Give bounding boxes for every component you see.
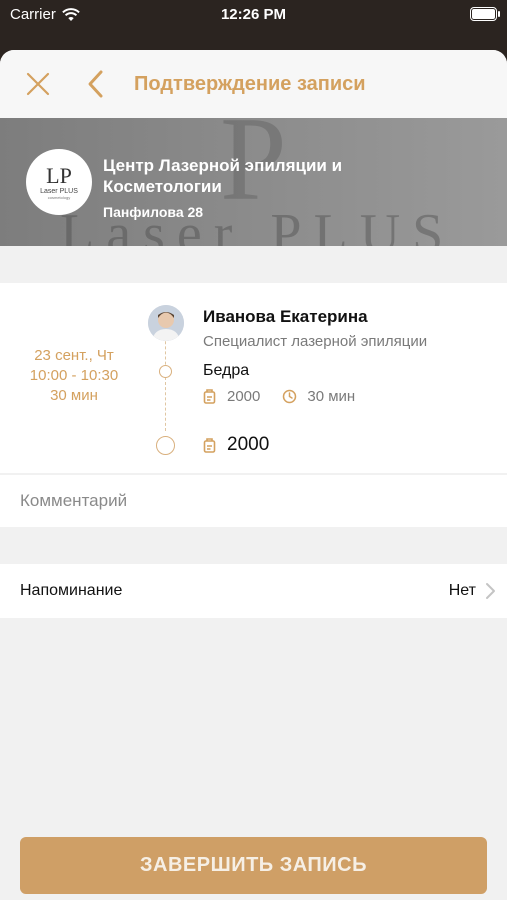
comment-row: [0, 475, 507, 527]
appointment-card: 23 сент., Чт 10:00 - 10:30 30 мин Иванов…: [0, 283, 507, 473]
employee-role: Специалист лазерной эпиляции: [203, 333, 428, 350]
service-name: Бедра: [203, 362, 250, 379]
logo-brand: Laser PLUS: [40, 187, 78, 195]
logo-sub: cosmetology: [47, 194, 71, 200]
price-tag-icon: [203, 389, 216, 404]
employee-name: Иванова Екатерина: [203, 307, 368, 326]
clock-icon: [283, 389, 297, 404]
appointment-time-range: 10:00 - 10:30: [29, 367, 119, 384]
service-meta: 2000 30 мин: [203, 388, 355, 405]
total-row: 2000: [203, 434, 269, 456]
close-icon[interactable]: [24, 70, 52, 98]
logo-monogram: LP: [46, 162, 72, 188]
chevron-right-icon: [486, 583, 495, 599]
battery-icon: [470, 7, 500, 21]
timeline-dot-total: [156, 436, 175, 455]
booking-confirmation-sheet: Подтверждение записи P Laser PLUS LP Las…: [0, 50, 507, 900]
page-title: Подтверждение записи: [134, 73, 366, 95]
reminder-row[interactable]: Напоминание Нет: [0, 564, 507, 618]
appointment-date: 23 сент., Чт: [34, 347, 114, 364]
organization-address: Панфилова 28: [103, 204, 204, 220]
organization-logo: LP Laser PLUS cosmetology: [26, 149, 92, 215]
reminder-value: Нет: [448, 582, 476, 599]
timeline-line: [165, 331, 166, 431]
timeline-dot-service: [159, 365, 172, 378]
status-time: 12:26 PM: [220, 6, 287, 23]
price-tag-icon: [203, 437, 216, 453]
reminder-label: Напоминание: [20, 582, 123, 599]
appointment-duration: 30 мин: [50, 387, 98, 404]
back-arrow-icon[interactable]: [84, 69, 108, 99]
organization-name: Центр Лазерной эпиляции и Косметологии: [103, 156, 343, 196]
service-duration: 30 мин: [307, 388, 356, 405]
status-bar: Carrier 12:26 PM: [0, 0, 507, 30]
nav-bar: Подтверждение записи: [0, 50, 507, 118]
total-price: 2000: [227, 434, 270, 455]
appointment-datetime: 23 сент., Чт 10:00 - 10:30 30 мин: [14, 346, 134, 406]
comment-input[interactable]: [0, 475, 507, 527]
employee-avatar: [148, 305, 184, 341]
complete-booking-button[interactable]: ЗАВЕРШИТЬ ЗАПИСЬ: [20, 837, 487, 894]
service-price: 2000: [227, 388, 261, 405]
organization-banner: P Laser PLUS LP Laser PLUS cosmetology Ц…: [0, 118, 507, 246]
